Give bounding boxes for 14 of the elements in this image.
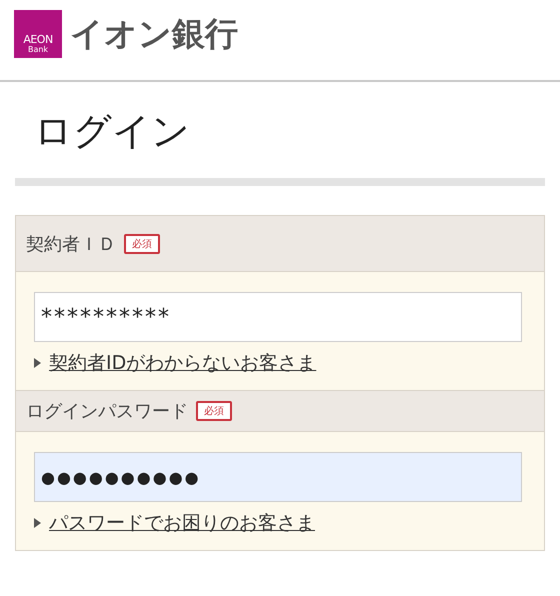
caret-icon [34,358,41,368]
required-badge: 必須 [124,234,160,254]
brand-name: イオン銀行 [70,13,238,55]
logo-subtext: Bank [28,45,48,54]
help-link[interactable]: パスワードでお困りのお客さま [49,510,315,536]
help-link[interactable]: 契約者IDがわからないお客さま [49,350,316,376]
field-label: ログインパスワード [26,400,188,423]
input-field[interactable]: ●●●●●●●●●● [34,452,522,502]
caret-icon [34,518,41,528]
page-title: ログイン [33,108,191,155]
field-label: 契約者ＩＤ [26,232,116,256]
input-field[interactable]: ********** [34,292,522,342]
logo-text: AEON [23,34,53,45]
required-badge: 必須 [196,401,232,421]
